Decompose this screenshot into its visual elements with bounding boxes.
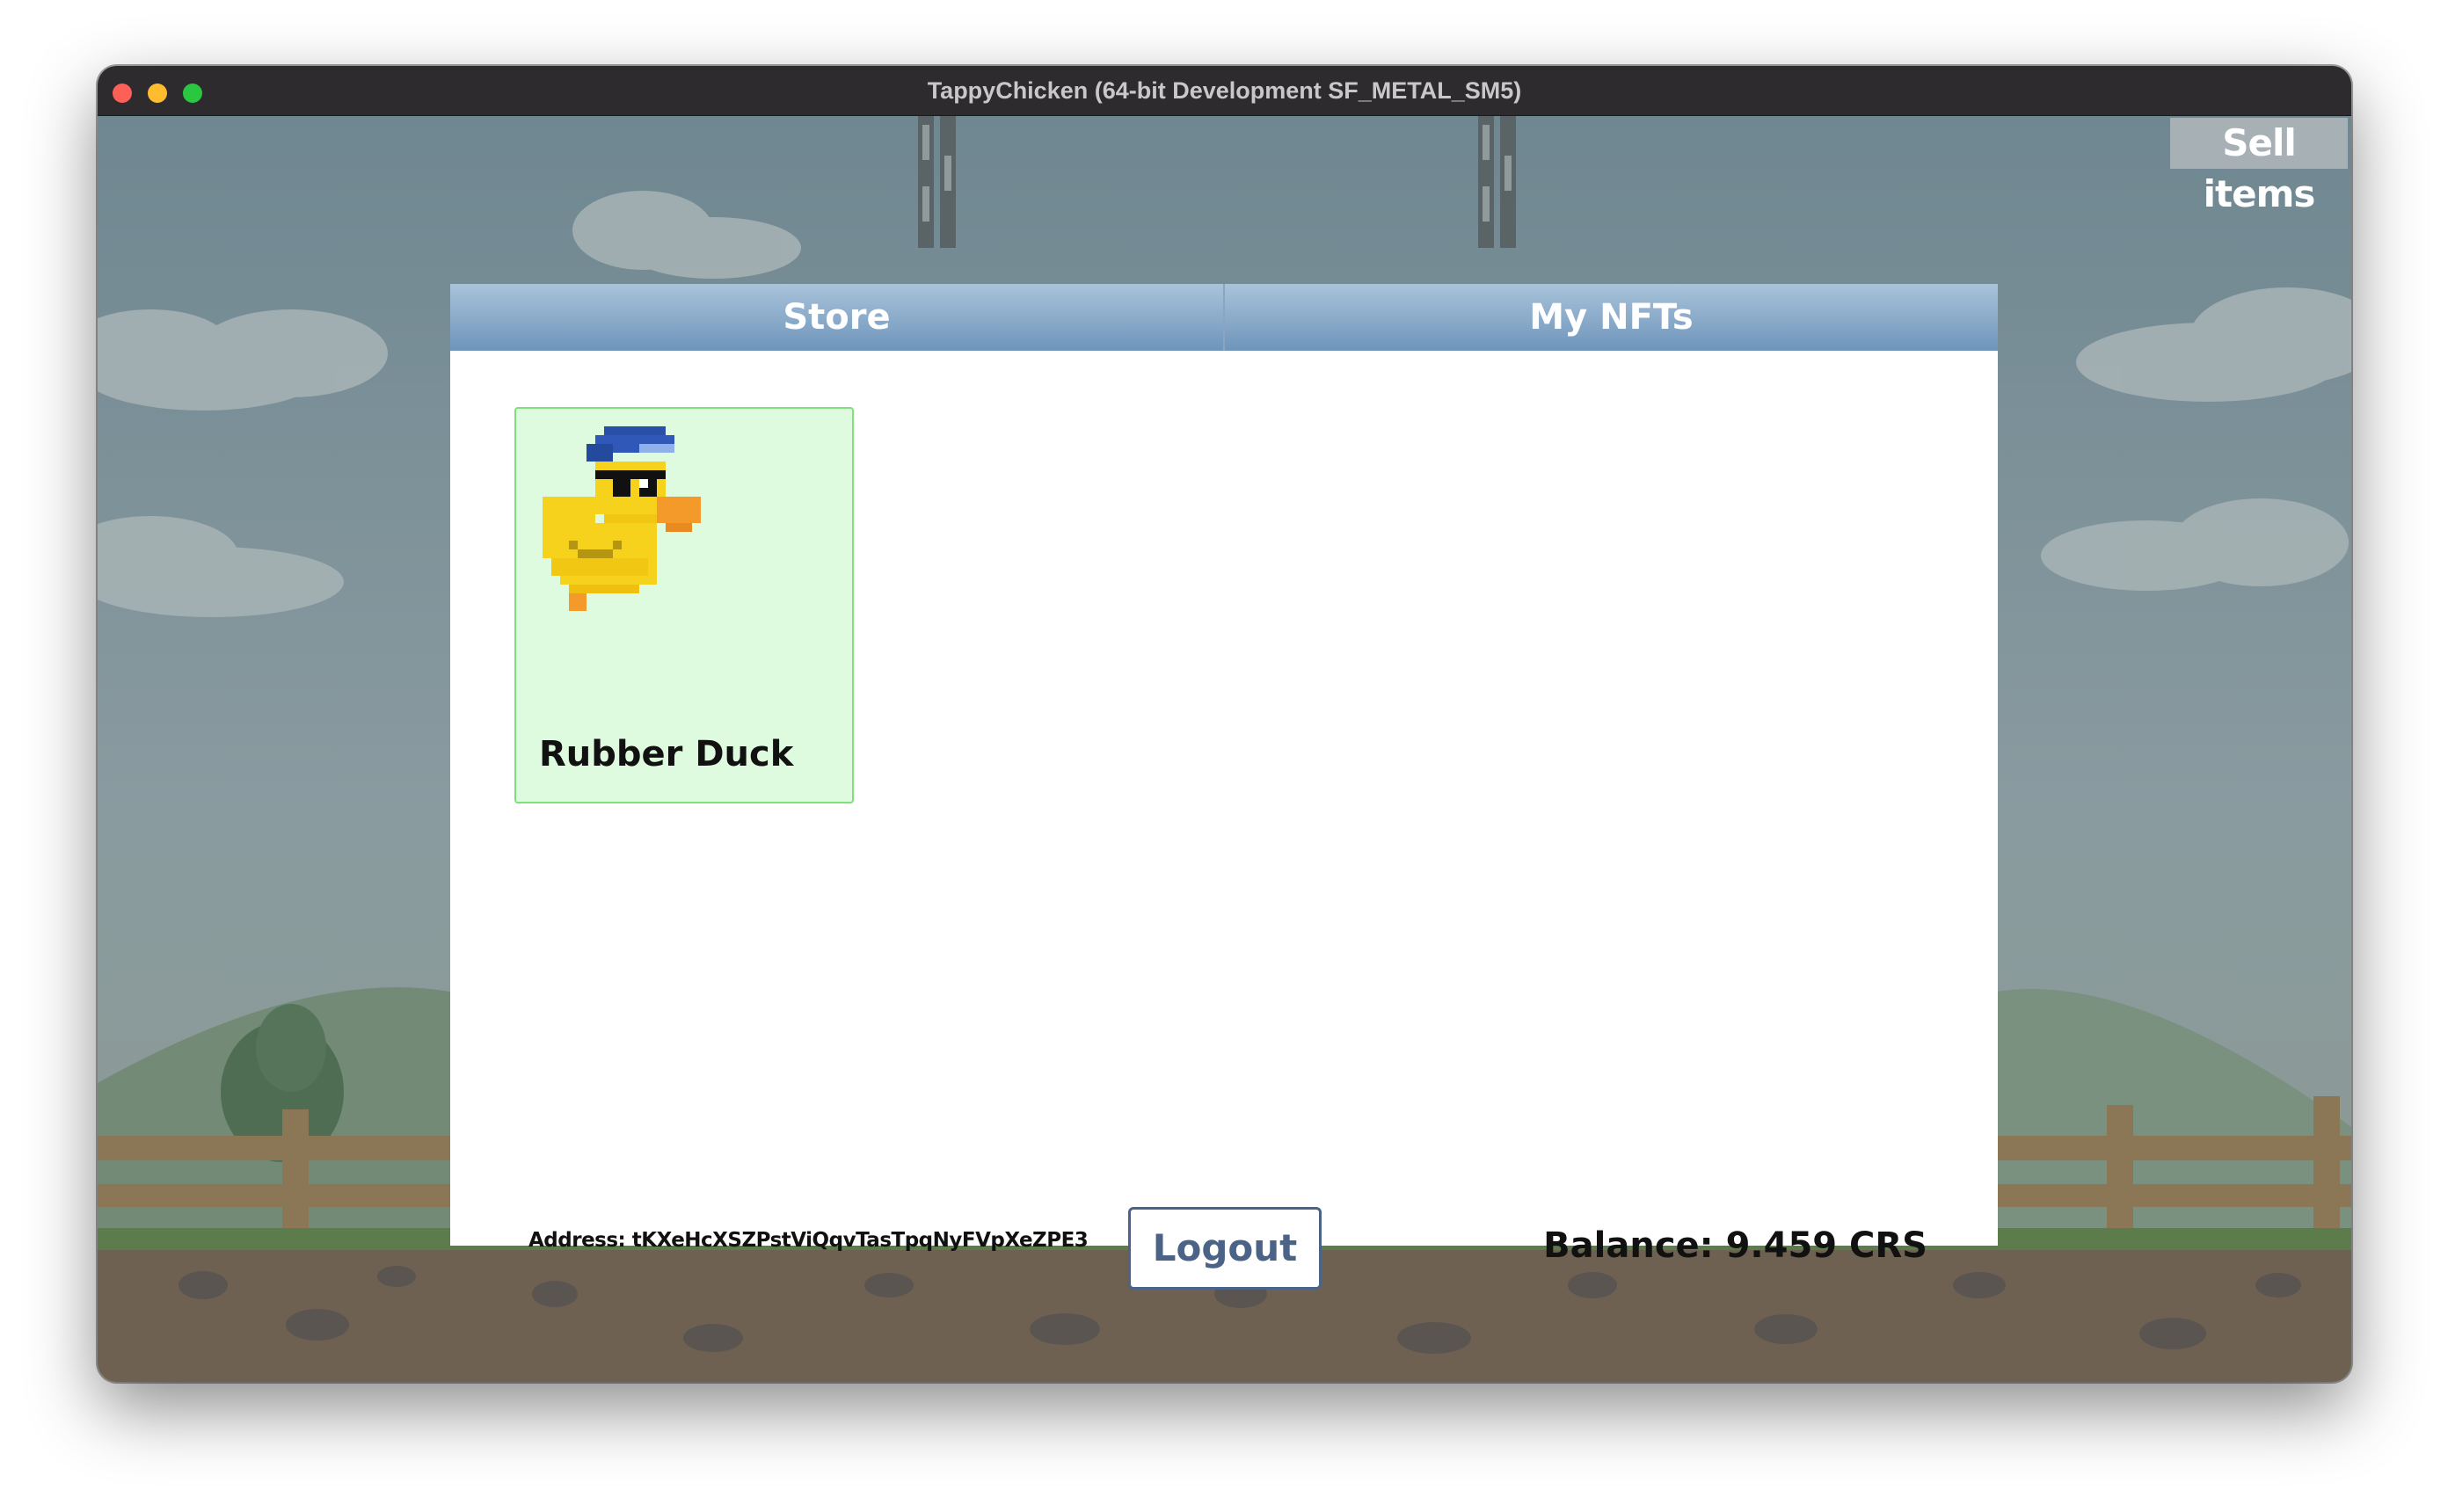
rubber-duck-with-sunglasses-icon [543,426,701,611]
wallet-address: Address: tKXeHcXSZPstViQqvTasTpqNyFVpXeZ… [528,1229,1089,1252]
game-scene: Sell items Store My NFTs Rubber Duck Add… [98,116,2351,1382]
tab-my-nfts[interactable]: My NFTs [1223,284,1998,351]
logout-button[interactable]: Logout [1128,1207,1322,1290]
balance-label: Balance: 9.459 CRS [1543,1225,1927,1266]
store-panel: Store My NFTs Rubber Duck Address: tKXeH… [450,284,1998,1290]
store-item-card[interactable]: Rubber Duck [514,407,854,803]
window-title: TappyChicken (64-bit Development SF_META… [927,77,1522,104]
title-bar[interactable]: TappyChicken (64-bit Development SF_META… [98,66,2351,116]
app-window: TappyChicken (64-bit Development SF_META… [98,66,2351,1382]
chain-decoration [918,116,1516,248]
item-name: Rubber Duck [539,734,794,774]
tab-store[interactable]: Store [450,284,1223,351]
sell-items-button[interactable]: Sell items [2170,118,2348,215]
tab-bar: Store My NFTs [450,284,1998,351]
